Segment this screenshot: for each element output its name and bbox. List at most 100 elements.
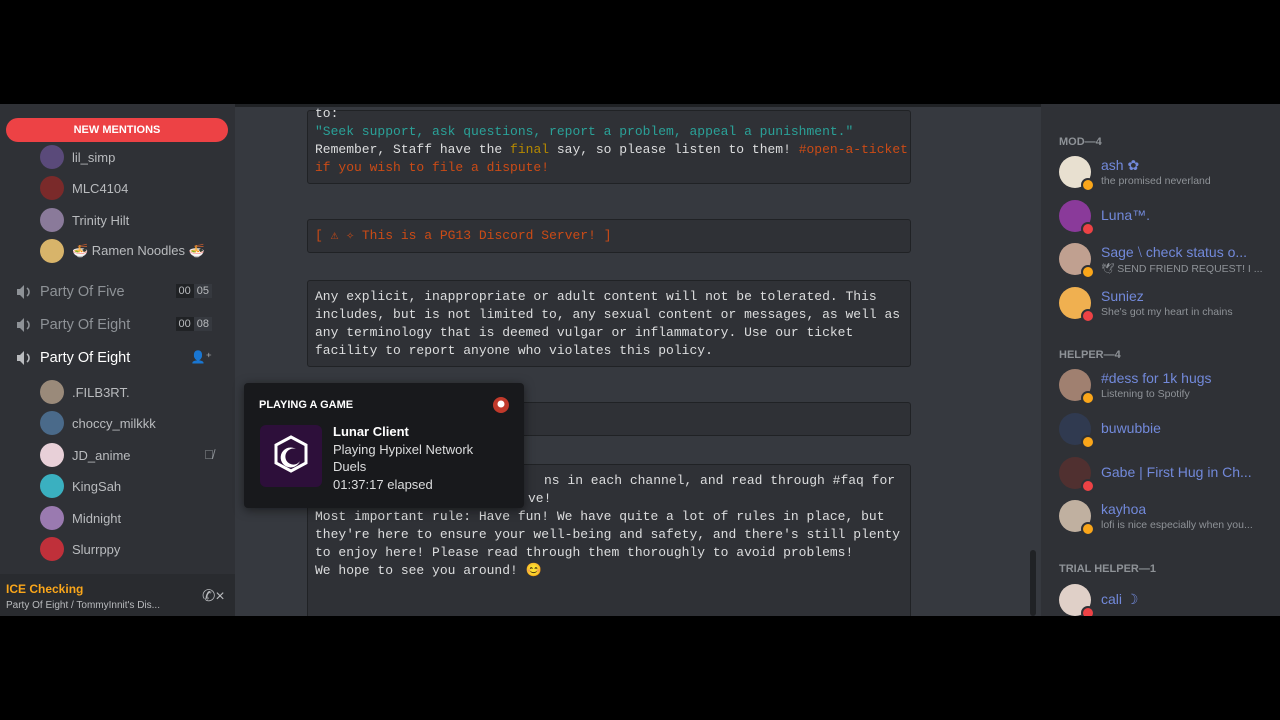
game-elapsed: 01:37:17 elapsed: [333, 477, 433, 492]
voice-user-name: lil_simp: [72, 149, 116, 165]
status-indicator: [1081, 435, 1095, 449]
member-item[interactable]: Sage ⧵ check status o... 🕊 SEND FRIEND R…: [1059, 241, 1274, 279]
status-indicator: [1081, 309, 1095, 323]
channel-name: Party Of Eight: [40, 350, 131, 366]
member-status-text: the promised neverland: [1101, 175, 1211, 187]
emphasis-text: final: [510, 142, 550, 157]
voice-user-name: Midnight: [72, 510, 122, 526]
channel-sidebar: NEW MENTIONS lil_simp MLC4104 Trinity Hi…: [0, 104, 235, 616]
avatar: [40, 443, 64, 467]
member-name: Luna™.: [1101, 207, 1151, 223]
chat-scrollbar[interactable]: [1030, 550, 1036, 616]
game-state: Duels: [333, 459, 367, 474]
speaker-icon: [17, 351, 30, 365]
channel-name: Party Of Five: [40, 284, 125, 300]
status-indicator: [1081, 265, 1095, 279]
game-name: Lunar Client: [333, 424, 409, 439]
embed-line: Any explicit, inappropriate or adult con…: [315, 289, 877, 304]
member-name: kayhoa: [1101, 501, 1147, 517]
member-item[interactable]: cali ☽: [1059, 582, 1274, 616]
game-badge-icon: [493, 397, 509, 413]
voice-user[interactable]: MLC4104: [40, 174, 128, 202]
activity-popout: PLAYING A GAME Lunar Client Playing Hypi…: [244, 383, 524, 508]
member-name: buwubbie: [1101, 420, 1161, 436]
voice-user[interactable]: JD_anime: [40, 441, 131, 469]
member-status-text: 🕊 SEND FRIEND REQUEST! I ...: [1101, 263, 1263, 275]
timer-value: 08: [193, 317, 212, 331]
member-item[interactable]: #dess for 1k hugs Listening to Spotify: [1059, 367, 1274, 405]
embed-text: Any explicit, inappropriate or adult con…: [315, 288, 900, 360]
avatar: [40, 474, 64, 498]
status-indicator: [1081, 222, 1095, 236]
voice-channel-party-of-eight-active[interactable]: Party Of Eight 👤⁺: [14, 344, 224, 372]
voice-user[interactable]: lil_simp: [40, 143, 115, 171]
rules-embed-pg13: [ ⚠ ✧ This is a PG13 Discord Server! ]: [307, 219, 911, 253]
embed-line: if you wish to file a dispute!: [315, 160, 550, 175]
channel-name: Party Of Eight: [40, 317, 131, 333]
voice-user-name: MLC4104: [72, 180, 129, 196]
disconnect-call-icon[interactable]: ✆×: [202, 586, 225, 606]
member-status-text: Listening to Spotify: [1101, 388, 1190, 400]
voice-user-name: JD_anime: [72, 447, 131, 463]
status-indicator: [1081, 606, 1095, 616]
speaker-icon: [17, 285, 30, 299]
embed-line: any terminology that is deemed vulgar or…: [315, 325, 854, 340]
embed-line: includes, but is not limited to, any sex…: [315, 307, 901, 322]
voice-user[interactable]: .FILB3RT.: [40, 378, 130, 406]
member-item[interactable]: ash ✿ the promised neverland: [1059, 154, 1274, 192]
voice-user-name: Trinity Hilt: [72, 212, 130, 228]
member-status-text: She's got my heart in chains: [1101, 306, 1233, 318]
invite-user-icon[interactable]: 👤⁺: [191, 350, 212, 364]
embed-line: Most important rule: Have fun! We have q…: [315, 509, 885, 524]
avatar: [40, 411, 64, 435]
voice-user[interactable]: Trinity Hilt: [40, 206, 129, 234]
voice-user[interactable]: KingSah: [40, 472, 121, 500]
timer-value: 05: [193, 284, 212, 298]
status-indicator: [1081, 522, 1095, 536]
member-item[interactable]: buwubbie: [1059, 411, 1274, 449]
avatar: [40, 537, 64, 561]
voice-channel-party-of-five[interactable]: Party Of Five 00 05: [14, 278, 224, 306]
member-item[interactable]: Luna™.: [1059, 198, 1274, 236]
role-header-helper: HELPER—4: [1059, 349, 1121, 361]
voice-user-name: choccy_milkkk: [72, 415, 156, 431]
channel-link[interactable]: #open-a-ticket: [799, 142, 908, 157]
member-name: ash ✿: [1101, 157, 1140, 173]
member-name: Sage ⧵ check status o...: [1101, 244, 1248, 260]
voice-user[interactable]: 🍜 Ramen Noodles 🍜: [40, 237, 205, 265]
voice-channel-party-of-eight[interactable]: Party Of Eight 00 08: [14, 311, 224, 339]
status-indicator: [1081, 479, 1095, 493]
voice-user[interactable]: choccy_milkkk: [40, 409, 156, 437]
member-item[interactable]: Suniez She's got my heart in chains: [1059, 285, 1274, 323]
embed-line: "Seek support, ask questions, report a p…: [315, 124, 854, 139]
embed-text: to: "Seek support, ask questions, report…: [315, 105, 908, 177]
rules-embed-support: to: "Seek support, ask questions, report…: [307, 106, 911, 184]
voice-timer: 00 08: [175, 317, 212, 331]
member-item[interactable]: Gabe | First Hug in Ch...: [1059, 455, 1274, 493]
avatar: [40, 208, 64, 232]
avatar: [40, 176, 64, 200]
member-name: #dess for 1k hugs: [1101, 370, 1212, 386]
avatar: [40, 239, 64, 263]
discord-window: NEW MENTIONS lil_simp MLC4104 Trinity Hi…: [0, 104, 1280, 616]
game-details: Playing Hypixel Network: [333, 442, 474, 457]
voice-user[interactable]: Midnight: [40, 504, 121, 532]
new-mentions-button[interactable]: NEW MENTIONS: [6, 118, 228, 142]
status-indicator: [1081, 391, 1095, 405]
rules-embed-content-policy: Any explicit, inappropriate or adult con…: [307, 280, 911, 367]
role-header-trial-helper: TRIAL HELPER—1: [1059, 563, 1156, 575]
voice-connection-panel: ICE Checking Party Of Eight / TommyInnit…: [0, 574, 235, 616]
member-name: Suniez: [1101, 288, 1144, 304]
voice-user[interactable]: Slurrppy: [40, 535, 120, 563]
embed-text: [ ⚠ ✧ This is a PG13 Discord Server! ]: [315, 228, 612, 243]
member-status-text: lofi is nice especially when you...: [1101, 519, 1253, 531]
voice-status-channel[interactable]: Party Of Eight / TommyInnit's Dis...: [6, 600, 160, 611]
voice-status-title: ICE Checking: [6, 582, 84, 596]
embed-line: facility to report anyone who violates t…: [315, 343, 713, 358]
voice-user-name: KingSah: [72, 478, 122, 494]
status-indicator: [1081, 178, 1095, 192]
member-item[interactable]: kayhoa lofi is nice especially when you.…: [1059, 498, 1274, 536]
avatar: [40, 145, 64, 169]
embed-line: say, so please listen to them!: [549, 142, 799, 157]
member-list: MOD—4 ash ✿ the promised neverland Luna™…: [1041, 104, 1280, 616]
